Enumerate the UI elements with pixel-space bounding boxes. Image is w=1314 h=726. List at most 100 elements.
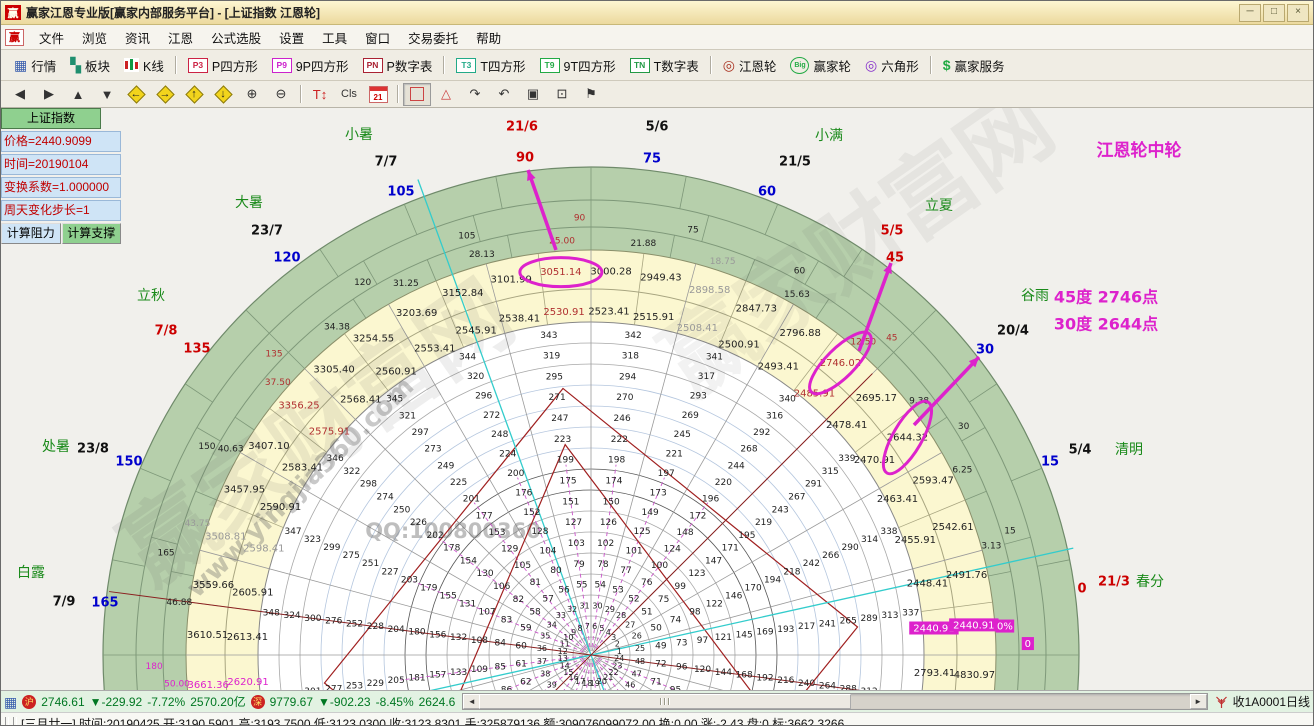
tool-shift-left[interactable]: ← bbox=[122, 83, 150, 106]
toolbar-button-sectors[interactable]: ▚板块 bbox=[63, 54, 117, 77]
toolbar-button-9t-square[interactable]: T99T四方形 bbox=[533, 54, 623, 77]
svg-text:337: 337 bbox=[902, 608, 919, 618]
svg-text:2793.41: 2793.41 bbox=[914, 668, 955, 679]
tool-calendar[interactable]: 21 bbox=[364, 83, 392, 106]
tool-fit-screen[interactable]: ▣ bbox=[519, 83, 547, 106]
tool-scroll-up[interactable]: ▲ bbox=[64, 83, 92, 106]
svg-text:2470.91: 2470.91 bbox=[854, 455, 895, 466]
tool-t-updown[interactable]: T↕ bbox=[306, 83, 334, 106]
menu-item-5[interactable]: 设置 bbox=[270, 25, 313, 50]
scrollbar-left-arrow[interactable]: ◄ bbox=[463, 694, 480, 709]
toolbar-button-9p-square[interactable]: P99P四方形 bbox=[265, 54, 356, 77]
menu-item-0[interactable]: 文件 bbox=[30, 25, 73, 50]
gann-wheel-label: 江恩轮 bbox=[739, 56, 777, 75]
sz-index: 9779.67 bbox=[270, 695, 313, 709]
maximize-button[interactable]: □ bbox=[1263, 4, 1285, 22]
svg-text:38: 38 bbox=[540, 669, 550, 678]
svg-text:126: 126 bbox=[600, 518, 617, 528]
svg-text:58: 58 bbox=[529, 608, 541, 618]
menu-item-4[interactable]: 公式选股 bbox=[202, 25, 270, 50]
t-square-icon: T3 bbox=[456, 58, 476, 73]
menu-item-6[interactable]: 工具 bbox=[313, 25, 356, 50]
symbol-param-3: 周天变化步长=1 bbox=[1, 200, 121, 221]
tool-zoom-out[interactable]: ⊖ bbox=[267, 83, 295, 106]
svg-text:241: 241 bbox=[819, 619, 836, 629]
svg-text:103: 103 bbox=[568, 539, 585, 549]
svg-text:3305.40: 3305.40 bbox=[313, 365, 354, 376]
t-table-icon: TN bbox=[630, 58, 650, 73]
tool-cls[interactable]: Cls bbox=[335, 83, 363, 106]
svg-text:342: 342 bbox=[625, 331, 642, 341]
tool-pin[interactable]: ⚑ bbox=[577, 83, 605, 106]
tool-rotate-cw[interactable]: ↷ bbox=[461, 83, 489, 106]
svg-text:294: 294 bbox=[619, 372, 636, 382]
toolbar-button-p-table[interactable]: PNP数字表 bbox=[356, 54, 440, 77]
svg-text:3152.84: 3152.84 bbox=[442, 288, 483, 299]
svg-text:219: 219 bbox=[755, 518, 772, 528]
svg-text:344: 344 bbox=[459, 353, 476, 363]
quotes-grid-icon: ▦ bbox=[4, 695, 17, 709]
menu-item-3[interactable]: 江恩 bbox=[159, 25, 202, 50]
tool-rotate-ccw[interactable]: ↶ bbox=[490, 83, 518, 106]
svg-text:2530.91: 2530.91 bbox=[543, 307, 584, 318]
svg-text:288: 288 bbox=[840, 684, 857, 690]
menu-item-1[interactable]: 浏览 bbox=[73, 25, 116, 50]
svg-text:269: 269 bbox=[682, 411, 699, 421]
svg-text:45: 45 bbox=[886, 334, 897, 344]
svg-text:28: 28 bbox=[616, 611, 626, 620]
svg-text:55: 55 bbox=[576, 581, 587, 591]
toolbar-button-p-square[interactable]: P3P四方形 bbox=[181, 54, 265, 77]
svg-text:202: 202 bbox=[427, 531, 444, 541]
menu-item-9[interactable]: 帮助 bbox=[467, 25, 510, 50]
tool-scroll-down[interactable]: ▼ bbox=[93, 83, 121, 106]
toolbar-button-service[interactable]: $赢家服务 bbox=[936, 54, 1012, 77]
toolbar-button-quotes[interactable]: ▦行情 bbox=[7, 54, 63, 77]
antenna-icon bbox=[1215, 695, 1228, 709]
toolbar-button-kline[interactable]: K线 bbox=[117, 54, 171, 77]
tool-draw-triangle[interactable]: △ bbox=[432, 83, 460, 106]
toolbar-button-t-table[interactable]: TNT数字表 bbox=[623, 54, 706, 77]
toolbar-button-gann-wheel[interactable]: ◎江恩轮 bbox=[716, 54, 784, 77]
menu-item-7[interactable]: 窗口 bbox=[356, 25, 399, 50]
scrollbar-right-arrow[interactable]: ► bbox=[1190, 694, 1207, 709]
svg-text:298: 298 bbox=[360, 480, 377, 490]
svg-text:28.13: 28.13 bbox=[469, 250, 495, 260]
svg-text:3051.14: 3051.14 bbox=[540, 267, 581, 278]
toolbar-button-winner-wheel[interactable]: Big赢家轮 bbox=[783, 54, 858, 77]
svg-text:104: 104 bbox=[539, 547, 556, 557]
svg-text:194: 194 bbox=[764, 575, 781, 585]
tool-scroll-right[interactable]: ▶ bbox=[35, 83, 63, 106]
gann-wheel-chart[interactable]: 赢家财富网赢家财富网www.yingjia360.comQQ:100800360… bbox=[1, 108, 1314, 690]
tool-shrink[interactable]: ⊡ bbox=[548, 83, 576, 106]
menu-item-2[interactable]: 资讯 bbox=[116, 25, 159, 50]
tool-shift-up[interactable]: ↑ bbox=[180, 83, 208, 106]
svg-text:98: 98 bbox=[689, 607, 701, 617]
svg-text:2605.91: 2605.91 bbox=[232, 587, 273, 598]
svg-text:201: 201 bbox=[463, 495, 480, 505]
tool-draw-square[interactable] bbox=[403, 83, 431, 106]
minimize-button[interactable]: ─ bbox=[1239, 4, 1261, 22]
toolbar-button-hexagon[interactable]: ◎六角形 bbox=[858, 54, 926, 77]
tool-zoom-in[interactable]: ⊕ bbox=[238, 83, 266, 106]
tool-scroll-left[interactable]: ◀ bbox=[6, 83, 34, 106]
svg-text:264: 264 bbox=[819, 682, 836, 690]
close-button[interactable]: × bbox=[1287, 4, 1309, 22]
svg-text:33: 33 bbox=[556, 611, 566, 620]
svg-text:249: 249 bbox=[437, 461, 454, 471]
svg-text:203: 203 bbox=[401, 575, 418, 585]
scrollbar-thumb[interactable] bbox=[479, 694, 851, 709]
svg-text:317: 317 bbox=[698, 372, 715, 382]
svg-text:204: 204 bbox=[388, 625, 405, 635]
svg-text:169: 169 bbox=[756, 628, 773, 638]
calc-button-1[interactable]: 计算支撑 bbox=[62, 223, 122, 244]
calc-button-0[interactable]: 计算阻力 bbox=[1, 223, 61, 244]
sh-amount: 2570.20亿 bbox=[190, 693, 245, 710]
svg-text:18.75: 18.75 bbox=[710, 257, 736, 267]
toolbar-button-t-square[interactable]: T3T四方形 bbox=[449, 54, 532, 77]
p-table-icon: PN bbox=[363, 58, 383, 73]
svg-text:78: 78 bbox=[597, 560, 609, 570]
horizontal-scrollbar[interactable]: ◄ ► bbox=[462, 693, 1207, 710]
tool-shift-right[interactable]: → bbox=[151, 83, 179, 106]
menu-item-8[interactable]: 交易委托 bbox=[399, 25, 467, 50]
tool-shift-down[interactable]: ↓ bbox=[209, 83, 237, 106]
